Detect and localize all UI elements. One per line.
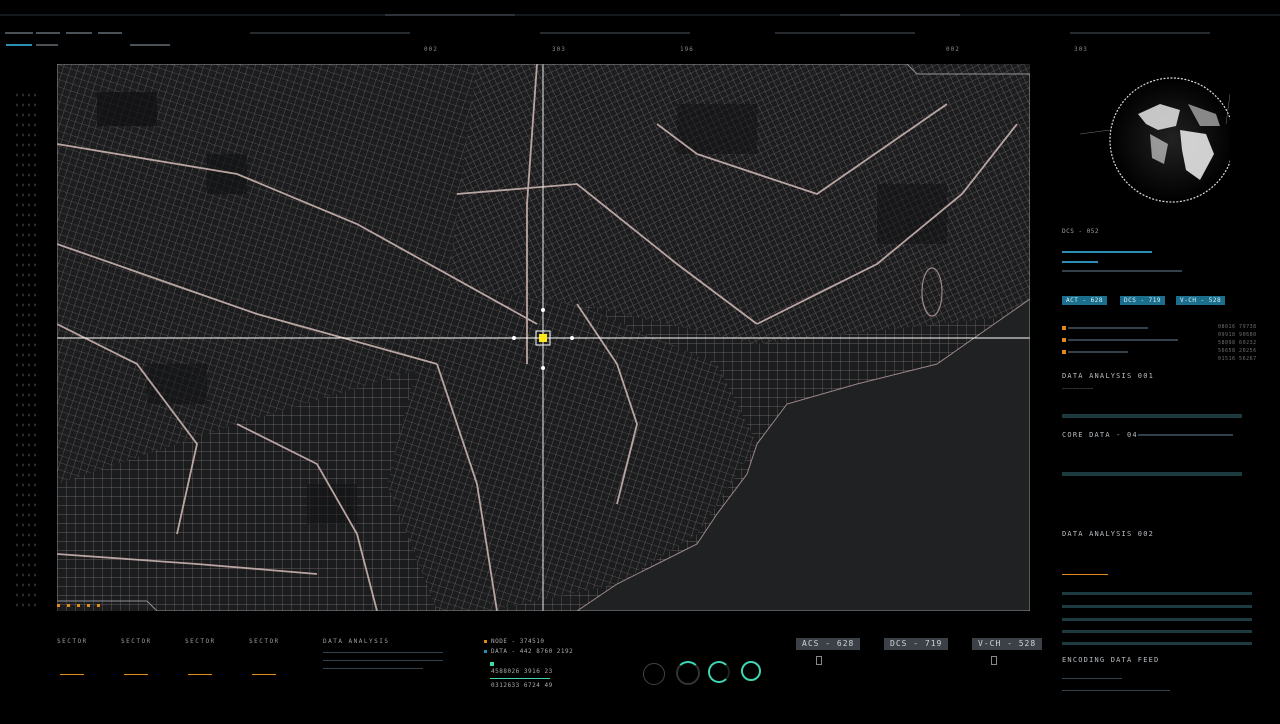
blue-dot — [484, 650, 487, 653]
edge-dots — [14, 90, 36, 610]
map-svg — [56, 63, 1031, 612]
orange-dot — [77, 604, 80, 607]
tag-act[interactable]: ACT - 628 — [1062, 296, 1108, 305]
top-number: 002 — [946, 46, 960, 53]
progress-bar — [1068, 351, 1128, 353]
bottom-data-panel: SECTOR SECTOR SECTOR SECTOR DATA ANALYSI… — [0, 630, 1280, 720]
data-analysis-002-title: DATA ANALYSIS 002 — [1062, 530, 1155, 538]
top-segment — [250, 32, 410, 34]
top-number: 303 — [1074, 46, 1088, 53]
data-analysis-001-title: DATA ANALYSIS 001 — [1062, 372, 1155, 380]
target-marker[interactable] — [539, 334, 547, 342]
orange-dot — [97, 604, 100, 607]
globe-icon — [1080, 77, 1230, 203]
signal-bar — [1062, 414, 1242, 418]
top-number: 303 — [552, 46, 566, 53]
signal-bar — [1062, 618, 1252, 621]
side-number: 09918 90680 — [1218, 332, 1257, 338]
placeholder-text: ───────── — [1062, 386, 1094, 392]
map-view[interactable] — [56, 63, 1031, 612]
dcs-label: DCS - 052 — [1062, 228, 1100, 235]
sector-label: SECTOR — [57, 638, 88, 645]
top-segment — [540, 32, 690, 34]
orange-dot — [87, 604, 90, 607]
orange-marker — [1062, 326, 1066, 330]
sector-label: SECTOR — [121, 638, 152, 645]
top-segment — [36, 32, 60, 34]
tag-dcs[interactable]: DCS - 719 — [1120, 296, 1166, 305]
top-segment — [385, 14, 515, 16]
top-line — [0, 14, 1280, 16]
top-segment — [130, 44, 170, 46]
progress-bar — [1138, 434, 1233, 436]
orange-line — [188, 674, 212, 675]
orange-dot — [484, 640, 487, 643]
small-icon — [991, 656, 997, 665]
orange-line — [252, 674, 276, 675]
tag-vch[interactable]: V-CH - 528 — [1176, 296, 1226, 305]
side-number: 58098 60232 — [1218, 340, 1257, 346]
right-info-panel: DCS - 052 ACT - 628 DCS - 719 V-CH - 528… — [1040, 64, 1280, 724]
badge-dcs[interactable]: DCS - 719 — [884, 638, 949, 650]
orange-marker — [1062, 350, 1066, 354]
sector-label: SECTOR — [249, 638, 280, 645]
orange-line — [60, 674, 84, 675]
node-label: NODE - 374510 — [491, 638, 545, 645]
orange-dot — [67, 604, 70, 607]
top-segment — [775, 32, 915, 34]
data-row: 4588026 3916 23 — [491, 668, 553, 675]
green-line — [490, 678, 550, 679]
top-number: 002 — [424, 46, 438, 53]
orange-dot — [57, 604, 60, 607]
orange-marker — [1062, 338, 1066, 342]
top-segment-blue — [6, 44, 32, 46]
gauge-ring — [741, 661, 761, 681]
top-segment — [840, 14, 960, 16]
signal-bar — [1062, 592, 1252, 595]
core-data-title: CORE DATA - 04 — [1062, 431, 1138, 439]
gauge-ring — [708, 661, 730, 683]
top-segment — [66, 32, 92, 34]
small-icon — [816, 656, 822, 665]
side-number: 01516 56267 — [1218, 356, 1257, 362]
side-number: 56658 20256 — [1218, 348, 1257, 354]
top-data-strip: 002 303 196 002 303 — [0, 0, 1280, 70]
data-label: DATA - 442 8760 2192 — [491, 648, 574, 655]
sector-label: SECTOR — [185, 638, 216, 645]
badge-vch[interactable]: V-CH - 528 — [972, 638, 1043, 650]
text-line — [323, 660, 443, 661]
signal-bar — [1062, 605, 1252, 608]
text-line — [323, 668, 423, 669]
progress-bar — [1062, 261, 1098, 263]
gauge-ring — [643, 663, 665, 685]
gauge-ring — [676, 661, 700, 685]
progress-bar — [1062, 251, 1152, 253]
green-marker — [490, 662, 494, 666]
data-analysis-label: DATA ANALYSIS — [323, 638, 390, 645]
orange-line — [1062, 574, 1108, 575]
top-segment — [36, 44, 58, 46]
progress-bar — [1068, 339, 1178, 341]
orange-line — [124, 674, 148, 675]
data-row: 0312633 6724 49 — [491, 682, 553, 689]
progress-bar — [1062, 270, 1182, 272]
top-segment — [5, 32, 33, 34]
signal-bar — [1062, 472, 1242, 476]
text-line — [323, 652, 443, 653]
top-segment — [1070, 32, 1210, 34]
top-segment — [98, 32, 122, 34]
side-number: 08016 79738 — [1218, 324, 1257, 330]
top-number: 196 — [680, 46, 694, 53]
badge-acs[interactable]: ACS - 628 — [796, 638, 861, 650]
progress-bar — [1068, 327, 1148, 329]
